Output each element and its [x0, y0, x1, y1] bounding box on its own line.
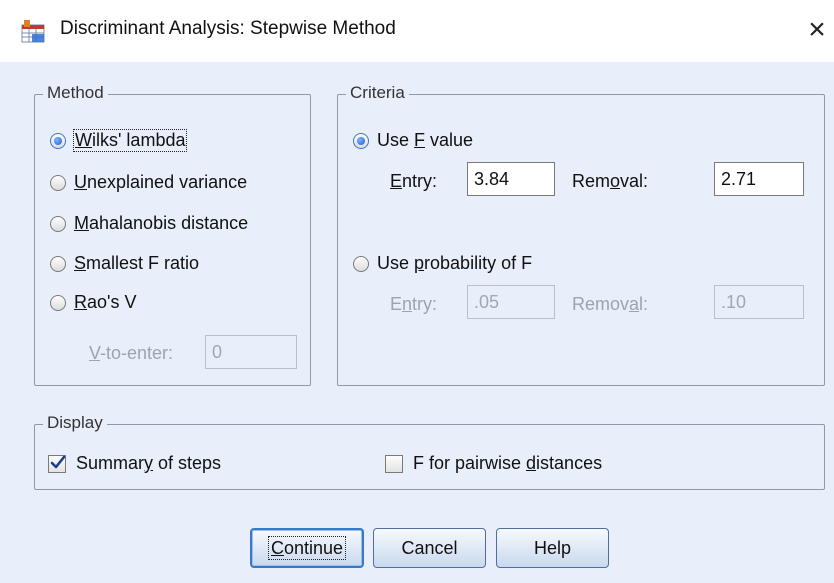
unexplained-variance-label: Unexplained variance — [74, 172, 248, 192]
help-button[interactable]: Help — [496, 528, 609, 568]
method-group: Method Wilks' lambda Unexplained varianc… — [34, 83, 311, 386]
p-entry-label: Entry: — [390, 294, 438, 314]
display-legend: Display — [43, 413, 107, 433]
criteria-group: Criteria Use F value Entry: Removal: Use… — [337, 83, 825, 386]
continue-button-label: Continue — [267, 536, 347, 560]
checkbox-icon[interactable] — [385, 454, 403, 473]
close-icon[interactable]: × — [800, 10, 834, 50]
smallest-f-ratio-label: Smallest F ratio — [74, 253, 200, 273]
checkbox-pairwise-distances[interactable]: F for pairwise distances — [385, 453, 602, 474]
radio-use-probability[interactable]: Use probability of F — [353, 253, 532, 274]
dialog-body: Method Wilks' lambda Unexplained varianc… — [0, 62, 834, 583]
radio-icon[interactable] — [50, 215, 66, 232]
radio-unexplained-variance[interactable]: Unexplained variance — [50, 172, 247, 193]
v-to-enter-label: V-to-enter: — [89, 343, 174, 363]
radio-icon[interactable] — [50, 294, 66, 311]
p-entry-input[interactable] — [467, 285, 555, 319]
f-removal-input[interactable] — [714, 162, 804, 196]
cancel-button[interactable]: Cancel — [373, 528, 486, 568]
radio-mahalanobis-distance[interactable]: Mahalanobis distance — [50, 213, 248, 234]
criteria-legend: Criteria — [346, 83, 409, 103]
display-group: Display Summary of steps F for pairwise … — [34, 413, 825, 490]
radio-selected-icon[interactable] — [353, 132, 369, 149]
summary-of-steps-label: Summary of steps — [76, 453, 222, 473]
spss-table-icon — [21, 20, 45, 43]
p-removal-label: Removal: — [572, 294, 649, 314]
window-title: Discriminant Analysis: Stepwise Method — [60, 18, 396, 39]
v-to-enter-input[interactable] — [205, 335, 297, 369]
pairwise-distances-label: F for pairwise distances — [413, 453, 603, 473]
radio-raos-v[interactable]: Rao's V — [50, 292, 136, 313]
mahalanobis-distance-label: Mahalanobis distance — [74, 213, 249, 233]
radio-icon[interactable] — [353, 255, 369, 272]
radio-wilks-lambda[interactable]: Wilks' lambda — [50, 129, 188, 152]
method-legend: Method — [43, 83, 108, 103]
continue-button[interactable]: Continue — [250, 528, 364, 568]
checkbox-checked-icon[interactable] — [48, 454, 66, 473]
use-probability-label: Use probability of F — [377, 253, 533, 273]
checkmark-icon — [50, 455, 66, 468]
title-bar: Discriminant Analysis: Stepwise Method × — [0, 0, 834, 62]
raos-v-label: Rao's V — [74, 292, 137, 312]
f-entry-label: Entry: — [390, 171, 438, 191]
f-removal-label: Removal: — [572, 171, 649, 191]
radio-smallest-f-ratio[interactable]: Smallest F ratio — [50, 253, 199, 274]
radio-icon[interactable] — [50, 255, 66, 272]
p-removal-input[interactable] — [714, 285, 804, 319]
radio-selected-icon[interactable] — [50, 132, 66, 149]
f-entry-input[interactable] — [467, 162, 555, 196]
radio-use-f-value[interactable]: Use F value — [353, 130, 473, 151]
checkbox-summary-of-steps[interactable]: Summary of steps — [48, 453, 221, 474]
wilks-lambda-label: Wilks' lambda — [72, 129, 188, 152]
radio-icon[interactable] — [50, 174, 66, 191]
use-f-value-label: Use F value — [377, 130, 474, 150]
